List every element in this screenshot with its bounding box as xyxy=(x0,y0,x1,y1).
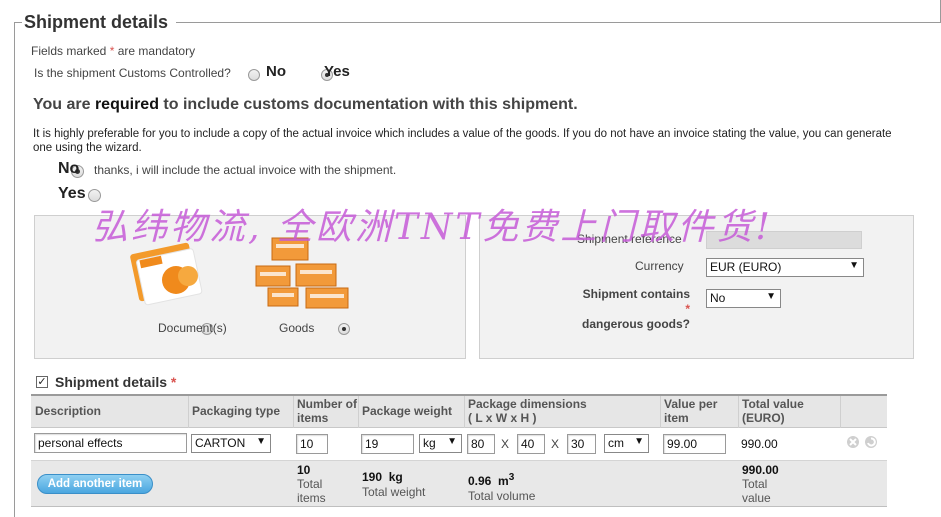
col-header-value-line1: Value per xyxy=(664,397,718,411)
col-header-dimensions: Package dimensions ( L x W x H ) xyxy=(468,397,587,425)
total-items: 10 Total items xyxy=(297,463,326,505)
invoice-no-note: thanks, i will include the actual invoic… xyxy=(94,163,397,177)
total-items-value: 10 xyxy=(297,463,311,477)
package-weight-input[interactable]: 19 xyxy=(361,434,414,454)
mandatory-note-suffix: are mandatory xyxy=(117,44,196,58)
customs-question: Is the shipment Customs Controlled? xyxy=(34,66,231,80)
customs-required-heading: You are required to include customs docu… xyxy=(33,96,578,114)
customs-no-label[interactable]: No xyxy=(266,63,286,80)
heading-emphasis: required xyxy=(94,96,159,113)
invoice-no-label[interactable]: No xyxy=(58,160,79,178)
heading-suffix: to include customs documentation with th… xyxy=(163,96,578,113)
required-star: * xyxy=(170,374,177,390)
dangerous-label-line2: dangerous goods? xyxy=(582,317,690,331)
delete-row-icon[interactable] xyxy=(846,435,860,449)
shipment-details-checkbox[interactable]: ✓ xyxy=(36,376,48,388)
dimension-separator: X xyxy=(501,437,510,451)
col-header-number-line1: Number of xyxy=(297,397,357,411)
dangerous-goods-label: Shipment contains * dangerous goods? xyxy=(579,287,690,332)
total-weight-label: Total weight xyxy=(362,485,426,499)
height-input[interactable]: 30 xyxy=(567,434,596,454)
width-input[interactable]: 40 xyxy=(517,434,545,454)
weight-unit-select[interactable]: kg ▼ xyxy=(419,434,462,453)
row-total-value: 990.00 xyxy=(741,437,778,451)
goods-label[interactable]: Goods xyxy=(279,321,314,335)
invoice-paragraph: It is highly preferable for you to inclu… xyxy=(33,128,892,154)
col-header-number: Number of items xyxy=(297,397,357,425)
total-items-label-line2: items xyxy=(297,491,326,505)
col-header-dimensions-line2: ( L x W x H ) xyxy=(468,411,537,425)
dangerous-label-line1: Shipment contains xyxy=(582,287,690,301)
mandatory-note-prefix: Fields marked xyxy=(31,44,107,58)
fieldset-border xyxy=(14,22,22,23)
invoice-yes-label[interactable]: Yes xyxy=(58,185,86,203)
col-header-total-line2: (EURO) xyxy=(742,411,785,425)
copy-row-icon[interactable] xyxy=(864,435,878,449)
weight-unit-value: kg xyxy=(423,436,436,450)
watermark-overlay: 弘纬物流, 全欧洲TNT免费上门取件货! xyxy=(92,207,773,248)
customs-no-radio[interactable] xyxy=(248,68,260,81)
document-label[interactable]: Document(s) xyxy=(158,321,227,335)
total-volume-label: Total volume xyxy=(468,489,536,503)
shipment-details-label: Shipment details * xyxy=(55,374,176,390)
dimension-unit-value: cm xyxy=(608,436,624,450)
shipment-details-label-text: Shipment details xyxy=(55,374,168,390)
col-header-description: Description xyxy=(35,404,102,418)
total-items-label-line1: Total xyxy=(297,477,323,491)
col-header-number-line2: items xyxy=(297,411,329,425)
dropdown-arrow-icon: ▼ xyxy=(849,260,859,271)
total-value: 990.00 Total value xyxy=(742,463,779,505)
currency-select[interactable]: EUR (EURO) ▼ xyxy=(706,258,864,277)
dropdown-arrow-icon: ▼ xyxy=(766,291,776,302)
required-star: * xyxy=(109,44,115,58)
col-header-total-line1: Total value xyxy=(742,397,804,411)
dangerous-goods-value: No xyxy=(710,291,726,305)
total-weight-unit: kg xyxy=(388,470,403,484)
col-header-packaging: Packaging type xyxy=(192,404,281,418)
packaging-value: CARTON xyxy=(195,436,246,450)
fieldset-border xyxy=(176,22,941,23)
section-title: Shipment details xyxy=(24,12,169,32)
col-header-total: Total value (EURO) xyxy=(742,397,804,425)
currency-label: Currency xyxy=(635,259,684,273)
total-volume-unit: m xyxy=(498,474,509,488)
heading-prefix: You are xyxy=(33,96,91,113)
total-value-label-line2: value xyxy=(742,491,771,505)
total-volume-value: 0.96 xyxy=(468,474,492,488)
dropdown-arrow-icon: ▼ xyxy=(634,436,644,447)
dimension-separator: X xyxy=(551,437,560,451)
number-of-items-input[interactable]: 10 xyxy=(296,434,328,454)
value-per-item-input[interactable]: 99.00 xyxy=(663,434,726,454)
dropdown-arrow-icon: ▼ xyxy=(447,436,457,447)
dropdown-arrow-icon: ▼ xyxy=(256,436,266,447)
add-another-item-button[interactable]: Add another item xyxy=(37,474,153,494)
dangerous-goods-select[interactable]: No ▼ xyxy=(706,289,781,308)
length-input[interactable]: 80 xyxy=(467,434,495,454)
total-volume-exponent: 3 xyxy=(508,472,515,483)
col-header-dimensions-line1: Package dimensions xyxy=(468,397,587,411)
total-weight: 190 kg Total weight xyxy=(362,470,425,500)
total-volume: 0.96 m3 Total volume xyxy=(468,470,535,504)
total-value-value: 990.00 xyxy=(742,463,779,477)
total-value-label-line1: Total xyxy=(742,477,768,491)
col-header-value-line2: item xyxy=(664,411,689,425)
fieldset-border xyxy=(14,22,15,517)
col-header-value: Value per item xyxy=(664,397,717,425)
description-input[interactable]: personal effects xyxy=(34,433,187,453)
col-header-weight: Package weight xyxy=(362,404,453,418)
mandatory-note: Fields marked * are mandatory xyxy=(31,44,195,58)
dimension-unit-select[interactable]: cm ▼ xyxy=(604,434,649,453)
total-weight-value: 190 xyxy=(362,470,383,484)
goods-radio[interactable] xyxy=(338,322,351,335)
customs-yes-label[interactable]: Yes xyxy=(324,63,350,80)
required-star: * xyxy=(685,302,690,316)
currency-value: EUR (EURO) xyxy=(710,260,782,274)
packaging-select[interactable]: CARTON ▼ xyxy=(191,434,271,453)
